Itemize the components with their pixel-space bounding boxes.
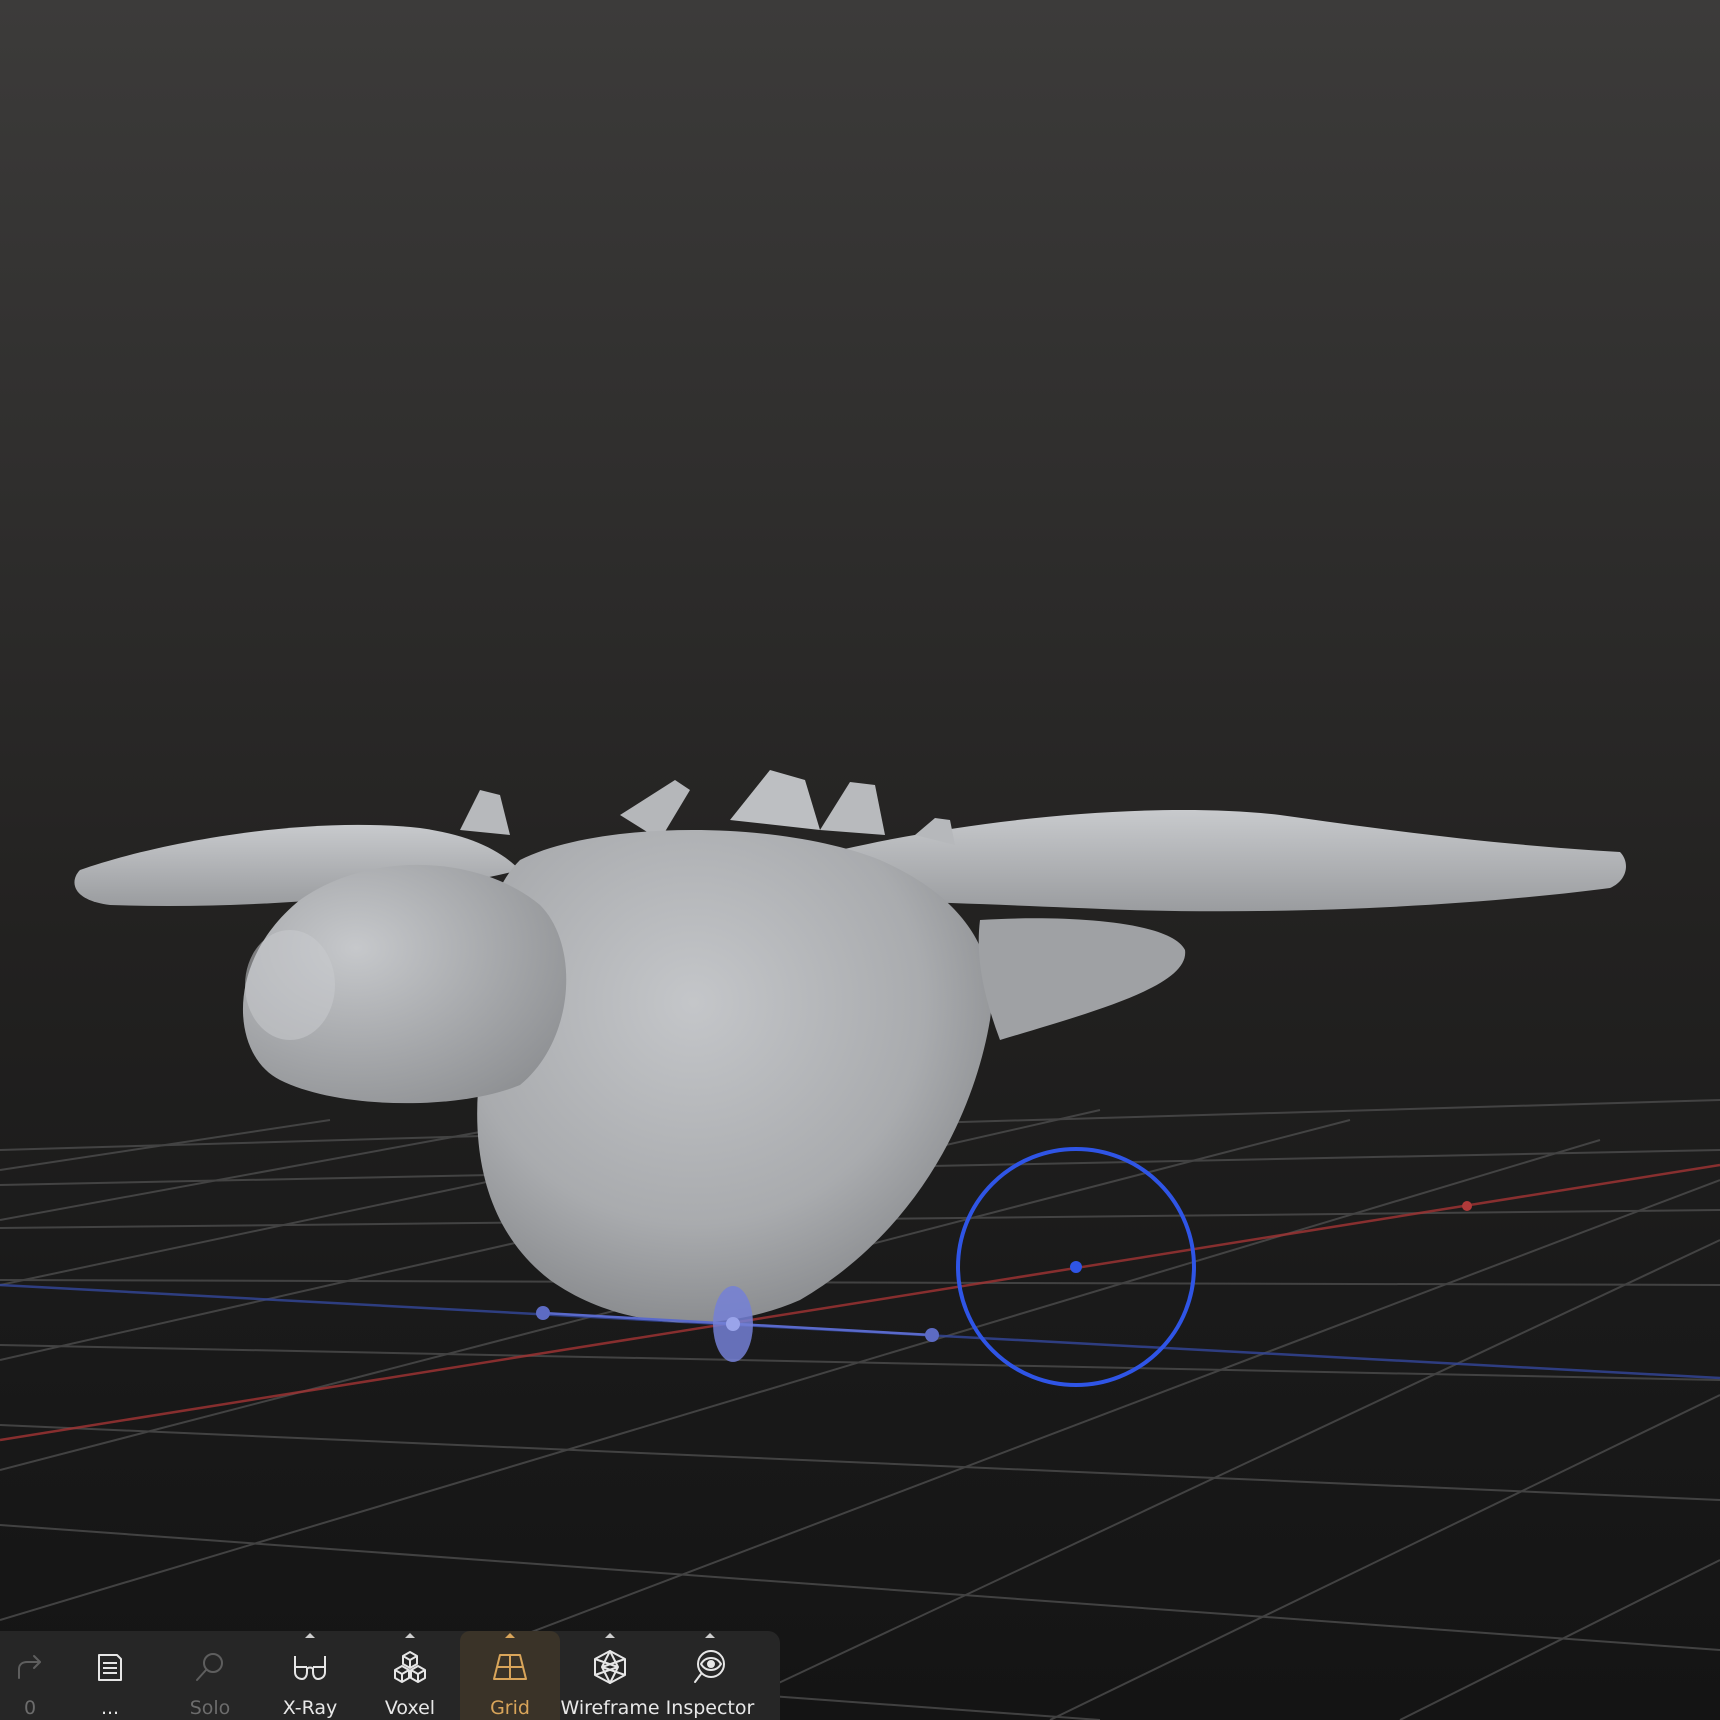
x-axis-marker <box>1462 1201 1472 1211</box>
wireframe-sphere-icon <box>590 1647 630 1687</box>
wireframe-menu-caret[interactable] <box>605 1633 615 1638</box>
voxel-button[interactable]: Voxel <box>360 1631 460 1720</box>
viewport-scene[interactable] <box>0 0 1720 1720</box>
grid-label: Grid <box>490 1697 530 1719</box>
xray-menu-caret[interactable] <box>305 1633 315 1638</box>
solo-label: Solo <box>189 1697 231 1719</box>
solo-button[interactable]: Solo <box>160 1631 260 1720</box>
document-icon <box>90 1647 130 1687</box>
gizmo-handle-left <box>536 1306 550 1320</box>
cubes-icon <box>390 1647 430 1687</box>
redo-button[interactable]: 0 <box>0 1631 60 1720</box>
wireframe-label: Wireframe <box>560 1697 660 1719</box>
voxel-menu-caret[interactable] <box>405 1633 415 1638</box>
search-icon <box>190 1647 230 1687</box>
wireframe-button[interactable]: Wireframe <box>560 1631 660 1720</box>
voxel-label: Voxel <box>384 1697 436 1719</box>
sculpt-mesh[interactable] <box>74 770 1626 1323</box>
grid-plane-icon <box>490 1647 530 1687</box>
inspector-menu-caret[interactable] <box>705 1633 715 1638</box>
xray-button[interactable]: X-Ray <box>260 1631 360 1720</box>
gizmo-handle-right <box>925 1328 939 1342</box>
xray-label: X-Ray <box>282 1697 338 1719</box>
bottom-toolbar: 0 ... Solo X-Ray Voxel Grid Wireframe In… <box>0 1631 780 1720</box>
glasses-icon <box>290 1647 330 1687</box>
eye-magnifier-icon <box>690 1647 730 1687</box>
inspector-button[interactable]: Inspector <box>660 1631 760 1720</box>
inspector-label: Inspector <box>665 1697 755 1719</box>
grid-menu-caret[interactable] <box>505 1633 515 1638</box>
redo-icon <box>10 1647 50 1687</box>
scene-button[interactable]: ... <box>60 1631 160 1720</box>
brush-cursor[interactable] <box>956 1147 1196 1387</box>
scene-label: ... <box>100 1697 120 1719</box>
3d-viewport[interactable]: 0 ... Solo X-Ray Voxel Grid Wireframe In… <box>0 0 1720 1720</box>
grid-button[interactable]: Grid <box>460 1631 560 1720</box>
redo-count: 0 <box>23 1697 37 1719</box>
